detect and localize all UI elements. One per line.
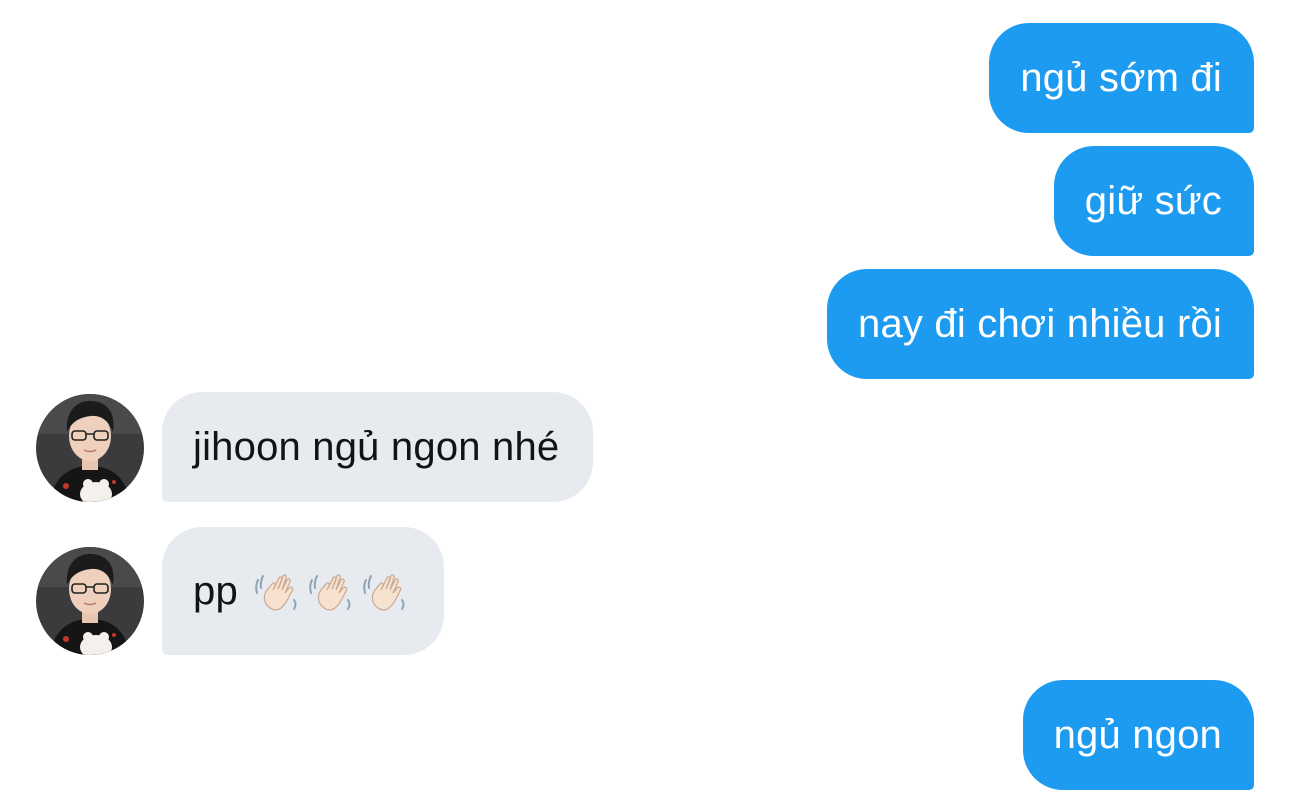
message-text: nay đi chơi nhiều rồi bbox=[858, 301, 1222, 346]
message-text: pp bbox=[193, 568, 238, 613]
waving-hand-icon bbox=[363, 574, 405, 611]
message-text: ngủ ngon bbox=[1053, 712, 1222, 757]
avatar-portrait-icon bbox=[36, 394, 144, 502]
waving-hand-icon bbox=[309, 574, 351, 611]
message-bubble-incoming[interactable]: jihoon ngủ ngon nhé bbox=[162, 392, 594, 502]
message-text: ngủ sớm đi bbox=[1020, 55, 1222, 100]
message-bubble-outgoing[interactable]: nay đi chơi nhiều rồi bbox=[827, 269, 1254, 379]
message-bubble-outgoing[interactable]: giữ sức bbox=[1053, 146, 1254, 256]
message-bubble-outgoing[interactable]: ngủ sớm đi bbox=[989, 23, 1254, 133]
sender-avatar[interactable] bbox=[36, 547, 144, 655]
sender-avatar[interactable] bbox=[36, 394, 144, 502]
message-bubble-outgoing[interactable]: ngủ ngon bbox=[1022, 680, 1254, 790]
message-text: giữ sức bbox=[1084, 178, 1222, 223]
emoji-group bbox=[252, 566, 410, 616]
avatar-portrait-icon bbox=[36, 547, 144, 655]
waving-hand-icon bbox=[255, 574, 297, 611]
message-bubble-incoming[interactable]: pp bbox=[162, 527, 444, 655]
message-text: jihoon ngủ ngon nhé bbox=[193, 424, 560, 469]
